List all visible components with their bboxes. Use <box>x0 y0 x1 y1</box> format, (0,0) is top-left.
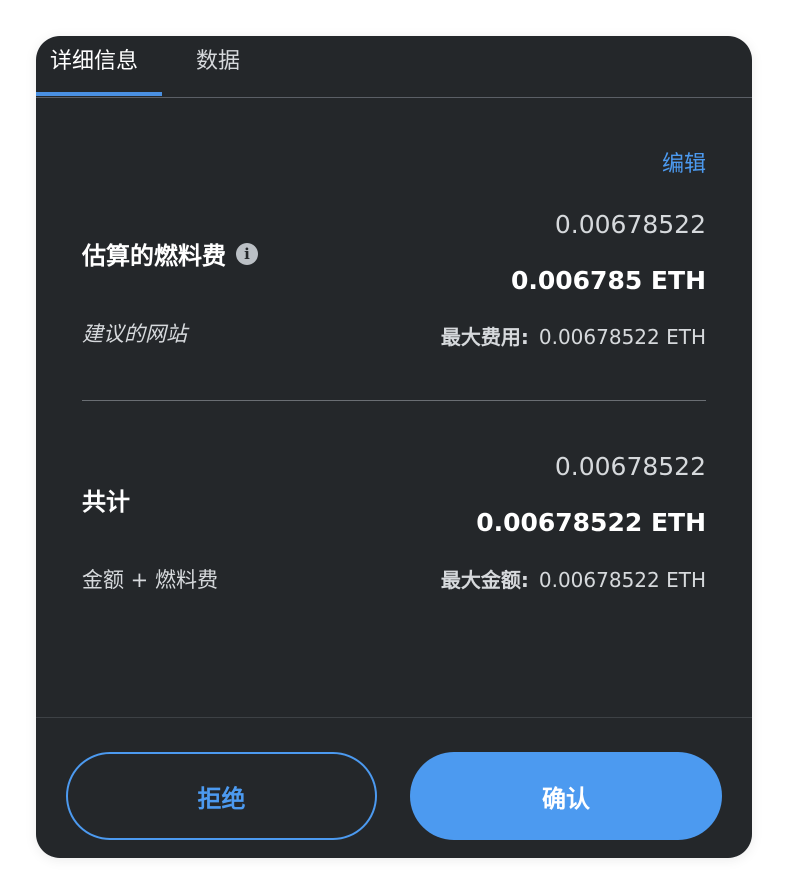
total-primary-value: 0.00678522 <box>554 452 706 481</box>
gas-fee-source-label: 建议的网站 <box>82 322 187 346</box>
tab-data[interactable]: 数据 <box>196 46 240 78</box>
gas-fee-primary-value: 0.00678522 <box>554 210 706 239</box>
total-max-row: 最大金额: 0.00678522 ETH <box>441 564 706 593</box>
confirm-button[interactable]: 确认 <box>410 752 722 840</box>
info-icon[interactable]: i <box>236 242 258 265</box>
transaction-details-panel: 详细信息 数据 编辑 估算的燃料费 i 0.00678522 0.006785 … <box>36 36 752 858</box>
edit-link[interactable]: 编辑 <box>662 146 706 178</box>
max-amount-value: 0.00678522 ETH <box>538 568 706 592</box>
gas-fee-label-row: 估算的燃料费 i <box>82 236 258 271</box>
section-divider <box>82 400 706 401</box>
max-fee-value: 0.00678522 ETH <box>538 325 706 349</box>
gas-fee-secondary-value: 0.006785 ETH <box>510 266 706 295</box>
active-tab-indicator <box>36 92 162 96</box>
gas-fee-label: 估算的燃料费 <box>82 242 226 270</box>
reject-button[interactable]: 拒绝 <box>66 752 377 840</box>
tab-bar: 详细信息 数据 <box>36 36 752 98</box>
total-sub-label: 金额 + 燃料费 <box>82 568 218 592</box>
max-amount-label: 最大金额: <box>440 568 529 592</box>
total-secondary-value: 0.00678522 ETH <box>476 508 706 537</box>
max-fee-label: 最大费用: <box>440 325 529 349</box>
gas-fee-max-row: 最大费用: 0.00678522 ETH <box>441 321 706 350</box>
total-label: 共计 <box>82 488 130 516</box>
tab-details[interactable]: 详细信息 <box>50 46 138 78</box>
total-label-row: 共计 <box>82 482 130 517</box>
footer-divider <box>36 717 752 718</box>
